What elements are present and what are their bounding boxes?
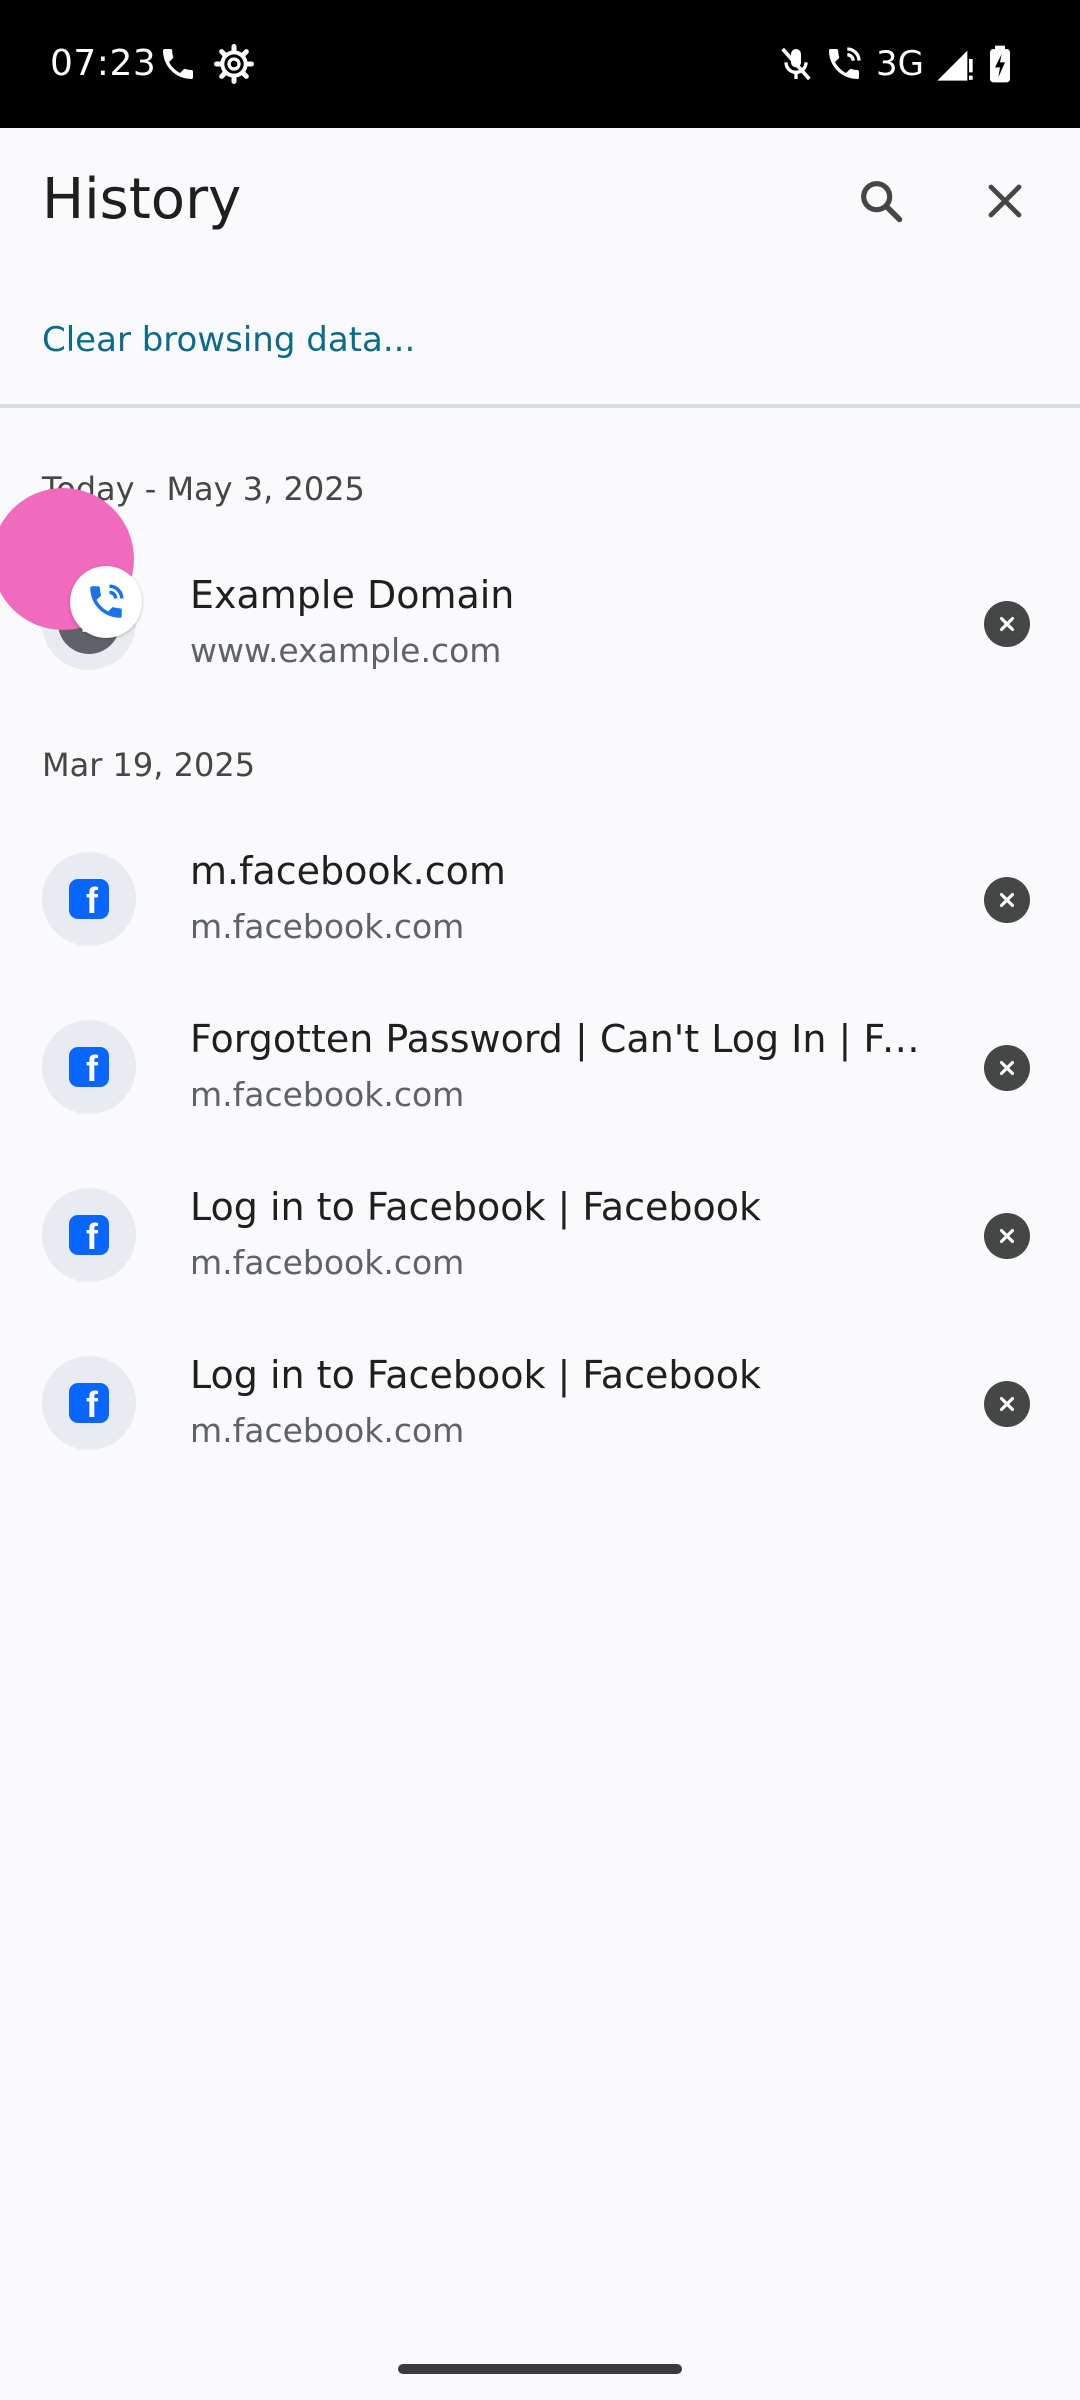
settings-gear-icon xyxy=(214,44,254,84)
chrome-history-screen: 07:23 3G History Clear browsing data... … xyxy=(0,0,1080,2400)
remove-icon xyxy=(984,601,1030,647)
remove-item-button[interactable] xyxy=(934,540,1080,708)
close-button[interactable] xyxy=(942,138,1068,264)
page-title: History xyxy=(42,167,242,232)
history-item-url: m.facebook.com xyxy=(190,907,465,946)
status-time: 07:23 xyxy=(50,43,157,84)
phone-icon xyxy=(163,49,193,79)
ongoing-call-icon xyxy=(90,584,124,618)
top-app-bar: History xyxy=(0,128,1080,274)
network-type: 3G xyxy=(876,44,924,84)
favicon: f xyxy=(42,1188,136,1282)
history-item-url: m.facebook.com xyxy=(190,1243,465,1282)
history-item[interactable]: f Log in to Facebook | Facebook m.facebo… xyxy=(0,1152,1080,1320)
history-item-title: Forgotten Password | Can't Log In | Face… xyxy=(190,1017,930,1061)
battery-charging-icon xyxy=(990,45,1010,83)
favicon: f xyxy=(42,1020,136,1114)
facebook-icon: f xyxy=(69,879,109,919)
history-item-title: Log in to Facebook | Facebook xyxy=(190,1353,761,1397)
history-item-url: m.facebook.com xyxy=(190,1075,465,1114)
history-item-url: www.example.com xyxy=(190,631,502,670)
section-header-today: Today - May 3, 2025 xyxy=(42,470,365,508)
history-item[interactable]: f Forgotten Password | Can't Log In | Fa… xyxy=(0,984,1080,1152)
clear-browsing-data-link[interactable]: Clear browsing data... xyxy=(42,310,415,370)
remove-item-button[interactable] xyxy=(934,1320,1080,1488)
history-item-title: m.facebook.com xyxy=(190,849,506,893)
history-item[interactable]: f Log in to Facebook | Facebook m.facebo… xyxy=(0,1320,1080,1488)
facebook-icon: f xyxy=(69,1047,109,1087)
history-item-title: Log in to Facebook | Facebook xyxy=(190,1185,761,1229)
section-header-mar-19: Mar 19, 2025 xyxy=(42,746,256,784)
remove-icon xyxy=(984,1381,1030,1427)
divider xyxy=(0,404,1080,408)
history-item-url: m.facebook.com xyxy=(190,1411,465,1450)
status-bar: 07:23 3G xyxy=(0,0,1080,128)
mic-off-icon xyxy=(781,47,811,81)
facebook-icon: f xyxy=(69,1215,109,1255)
close-icon xyxy=(988,184,1022,218)
call-bubble-button[interactable] xyxy=(70,566,142,638)
favicon: f xyxy=(42,852,136,946)
remove-icon xyxy=(984,1045,1030,1091)
remove-icon xyxy=(984,877,1030,923)
signal-icon xyxy=(937,50,973,81)
remove-item-button[interactable] xyxy=(934,1152,1080,1320)
remove-item-button[interactable] xyxy=(934,984,1080,1152)
remove-item-button[interactable] xyxy=(934,816,1080,984)
history-item-title: Example Domain xyxy=(190,573,515,617)
history-item[interactable]: E Example Domain www.example.com xyxy=(0,540,1080,708)
wifi-calling-icon xyxy=(829,47,861,79)
facebook-icon: f xyxy=(69,1383,109,1423)
search-icon xyxy=(861,181,903,223)
history-item[interactable]: f m.facebook.com m.facebook.com xyxy=(0,816,1080,984)
search-button[interactable] xyxy=(818,138,944,264)
favicon: f xyxy=(42,1356,136,1450)
gesture-nav-handle[interactable] xyxy=(398,2364,682,2374)
remove-icon xyxy=(984,1213,1030,1259)
